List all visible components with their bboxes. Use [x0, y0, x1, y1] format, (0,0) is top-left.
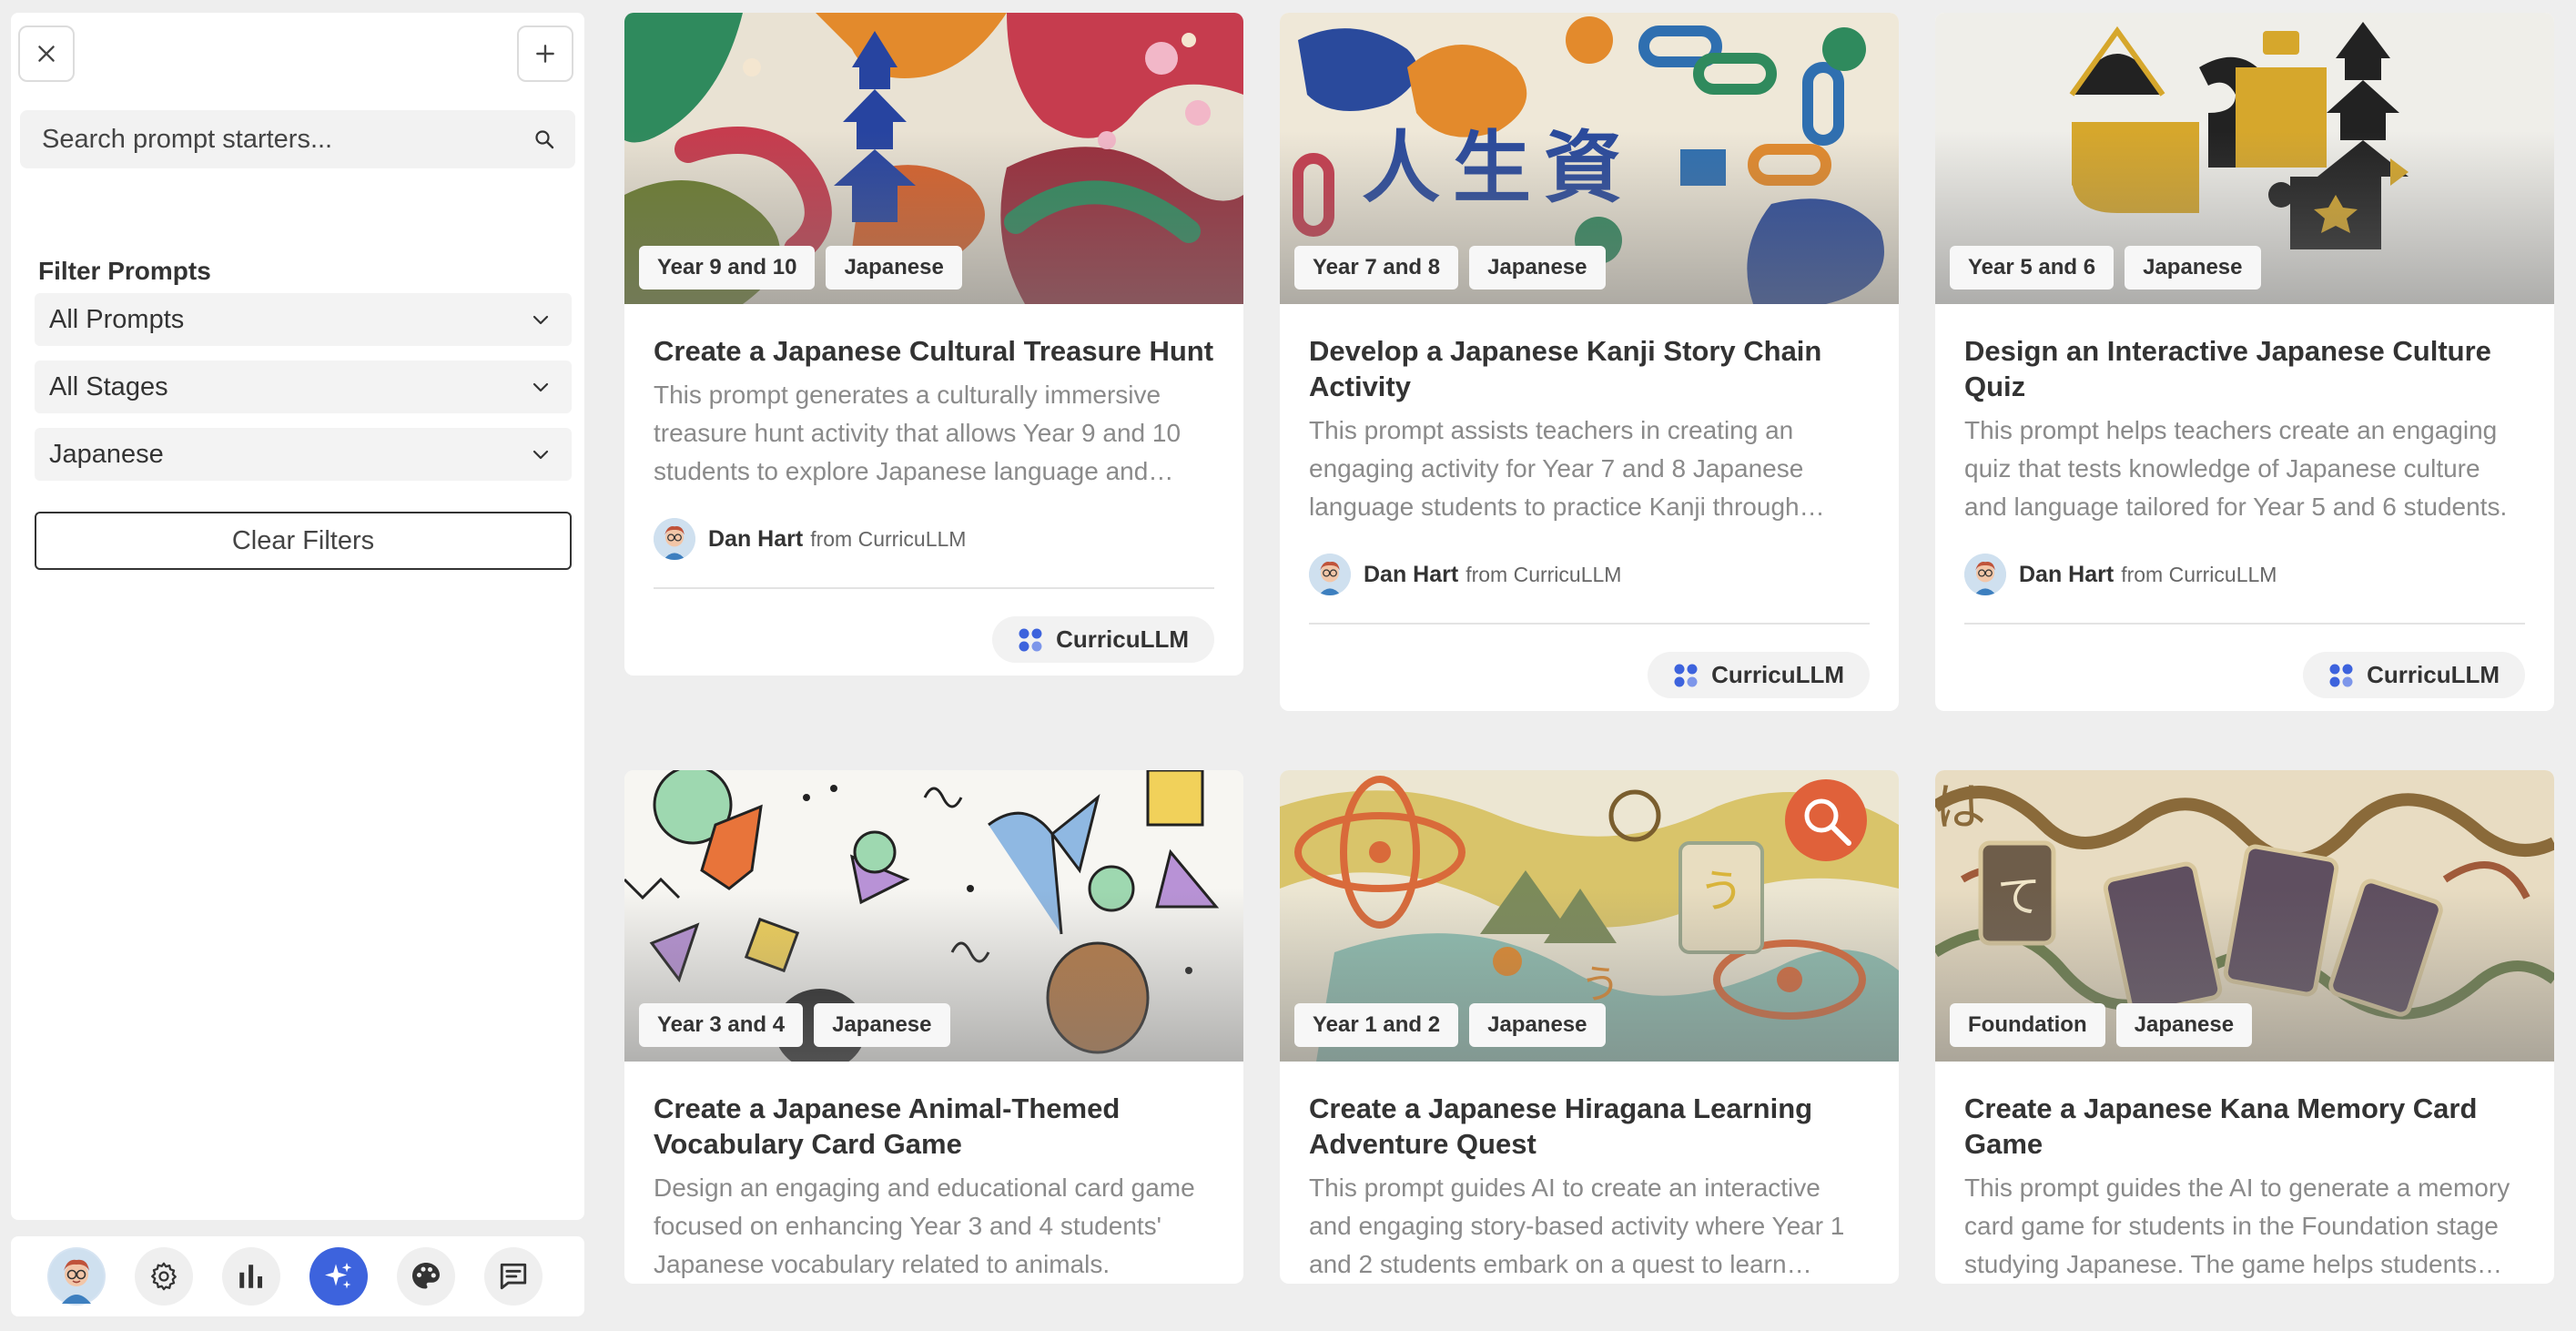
card-description: This prompt guides AI to create an inter… — [1309, 1174, 1845, 1278]
prompt-card[interactable]: 人 生 資 Year 7 and 8 Japanese Develop a Ja… — [1280, 13, 1899, 711]
card-title[interactable]: Create a Japanese Kana Memory Card Game — [1964, 1091, 2525, 1162]
stage-select[interactable]: All Stages — [35, 361, 572, 413]
card-author: Dan Hart from CurricuLLM — [654, 518, 1214, 560]
card-title[interactable]: Create a Japanese Hiragana Learning Adve… — [1309, 1091, 1870, 1162]
svg-text:は: は — [1935, 778, 1986, 838]
prompt-card[interactable]: て は Foundation Japanese Create a Japanes… — [1935, 770, 2554, 1284]
settings-button[interactable] — [135, 1247, 193, 1306]
card-illustration: Year 3 and 4 Japanese — [624, 770, 1243, 1062]
prompt-type-value: All Prompts — [49, 304, 185, 334]
prompt-card[interactable]: Year 3 and 4 Japanese Create a Japanese … — [624, 770, 1243, 1284]
close-button[interactable] — [18, 25, 75, 82]
avatar — [49, 1249, 104, 1304]
subject-tag: Japanese — [1469, 1003, 1606, 1047]
author-source: from CurricuLLM — [1465, 562, 1622, 586]
subject-tag: Japanese — [2125, 246, 2261, 290]
bottom-nav — [11, 1236, 584, 1316]
search-box — [20, 110, 575, 168]
close-icon — [38, 46, 55, 62]
brand-label: CurricuLLM — [1711, 661, 1844, 688]
stage-tag: Year 1 and 2 — [1294, 1003, 1459, 1047]
prompt-card[interactable]: Year 5 and 6 Japanese Design an Interact… — [1935, 13, 2554, 711]
feedback-button[interactable] — [484, 1247, 543, 1306]
author-source: from CurricuLLM — [2121, 562, 2277, 586]
palette-icon — [412, 1263, 440, 1289]
search-icon[interactable] — [533, 128, 555, 150]
card-title[interactable]: Create a Japanese Cultural Treasure Hunt — [654, 333, 1214, 369]
subject-tag: Japanese — [1469, 246, 1606, 290]
search-input[interactable] — [40, 123, 533, 156]
sidebar: Filter Prompts All Prompts All Stages Ja… — [11, 13, 584, 1220]
subject-tag: Japanese — [826, 246, 962, 290]
subject-tag: Japanese — [814, 1003, 950, 1047]
stage-tag: Year 5 and 6 — [1950, 246, 2115, 290]
add-prompt-button[interactable] — [517, 25, 573, 82]
brand-badge: CurricuLLM — [2303, 652, 2525, 698]
analytics-button[interactable] — [222, 1247, 280, 1306]
prompt-card[interactable]: Year 9 and 10 Japanese Create a Japanese… — [624, 13, 1243, 676]
author-source: from CurricuLLM — [810, 526, 967, 551]
avatar — [1964, 554, 2006, 595]
chevron-down-icon — [532, 382, 549, 392]
prompt-type-select[interactable]: All Prompts — [35, 293, 572, 346]
bar-chart-icon — [239, 1265, 263, 1288]
brand-badge: CurricuLLM — [1648, 652, 1870, 698]
card-title[interactable]: Create a Japanese Animal-Themed Vocabula… — [654, 1091, 1214, 1162]
subject-tag: Japanese — [2115, 1003, 2253, 1047]
brand-badge: CurricuLLM — [992, 616, 1214, 663]
stage-tag: Year 9 and 10 — [639, 246, 816, 290]
subject-value: Japanese — [49, 439, 164, 469]
brand-label: CurricuLLM — [2367, 661, 2500, 688]
sparkles-icon — [325, 1263, 352, 1289]
stage-tag: Year 7 and 8 — [1294, 246, 1459, 290]
card-illustration: て は Foundation Japanese — [1935, 770, 2554, 1062]
card-author: Dan Hart from CurricuLLM — [1964, 554, 2525, 595]
avatar — [1309, 554, 1351, 595]
stage-tag: Year 3 and 4 — [639, 1003, 804, 1047]
avatar — [654, 518, 695, 560]
brand-label: CurricuLLM — [1056, 625, 1189, 653]
author-name: Dan Hart — [2019, 561, 2115, 587]
prompt-card[interactable]: う う あ Year 1 and 2 Japanese Create a Jap… — [1280, 770, 1899, 1284]
card-description: This prompt helps teachers create an eng… — [1964, 416, 2508, 521]
card-illustration: Year 5 and 6 Japanese — [1935, 13, 2554, 304]
stage-tag: Foundation — [1950, 1003, 2105, 1047]
card-illustration: Year 9 and 10 Japanese — [624, 13, 1243, 304]
card-title[interactable]: Design an Interactive Japanese Culture Q… — [1964, 333, 2525, 404]
filter-prompts-heading: Filter Prompts — [38, 257, 211, 285]
profile-avatar-button[interactable] — [47, 1247, 106, 1306]
appearance-button[interactable] — [397, 1247, 455, 1306]
prompt-starters-button[interactable] — [309, 1247, 368, 1306]
curricullm-logo-icon — [1019, 628, 1042, 651]
card-illustration: う う あ Year 1 and 2 Japanese — [1280, 770, 1899, 1062]
stage-value: All Stages — [49, 371, 168, 401]
curricullm-logo-icon — [2329, 664, 2353, 686]
plus-icon — [536, 45, 554, 63]
subject-select[interactable]: Japanese — [35, 428, 572, 481]
card-description: This prompt generates a culturally immer… — [654, 381, 1182, 485]
card-author: Dan Hart from CurricuLLM — [1309, 554, 1870, 595]
author-name: Dan Hart — [708, 525, 804, 552]
card-description: This prompt guides the AI to generate a … — [1964, 1174, 2510, 1278]
chevron-down-icon — [532, 315, 549, 325]
chevron-down-icon — [532, 450, 549, 460]
clear-filters-button[interactable]: Clear Filters — [35, 512, 572, 570]
card-title[interactable]: Develop a Japanese Kanji Story Chain Act… — [1309, 333, 1870, 404]
curricullm-logo-icon — [1674, 664, 1698, 686]
card-description: Design an engaging and educational card … — [654, 1174, 1195, 1278]
card-illustration: 人 生 資 Year 7 and 8 Japanese — [1280, 13, 1899, 304]
author-name: Dan Hart — [1364, 561, 1459, 587]
card-description: This prompt assists teachers in creating… — [1309, 416, 1804, 521]
gear-icon — [151, 1262, 177, 1291]
message-icon — [500, 1263, 527, 1290]
